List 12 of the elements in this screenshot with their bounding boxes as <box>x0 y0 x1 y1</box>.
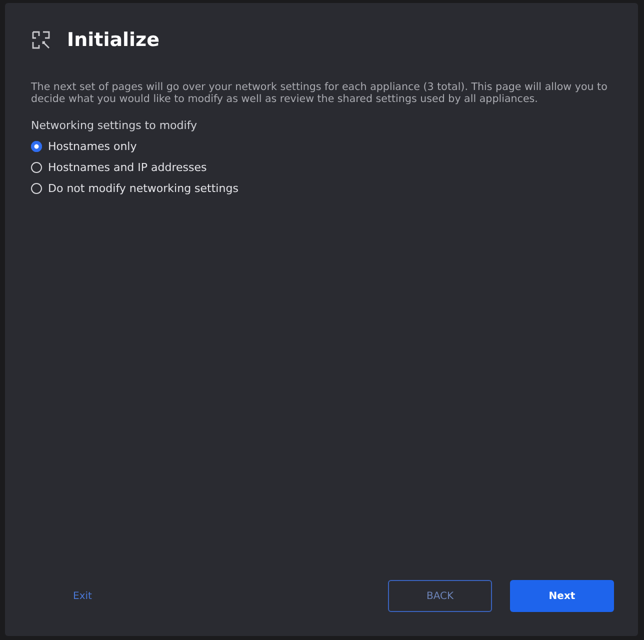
radio-button[interactable] <box>31 183 42 194</box>
option-label[interactable]: Hostnames only <box>48 140 137 153</box>
next-button[interactable]: Next <box>510 580 614 612</box>
description: The next set of pages will go over your network settings for each appliance (3 total). This page will allow you to decide what you would like to modify as well as review the shared settings used by all appliances. <box>31 81 608 105</box>
radio-button[interactable] <box>31 162 42 173</box>
radio-button[interactable] <box>31 141 42 152</box>
dialog-title: Initialize <box>67 29 160 51</box>
option-label[interactable]: Do not modify networking settings <box>48 182 238 195</box>
tools-icon <box>31 30 51 50</box>
back-button[interactable]: BACK <box>388 580 492 612</box>
option-label[interactable]: Hostnames and IP addresses <box>48 161 207 174</box>
group-label: Networking settings to modify <box>31 119 198 132</box>
